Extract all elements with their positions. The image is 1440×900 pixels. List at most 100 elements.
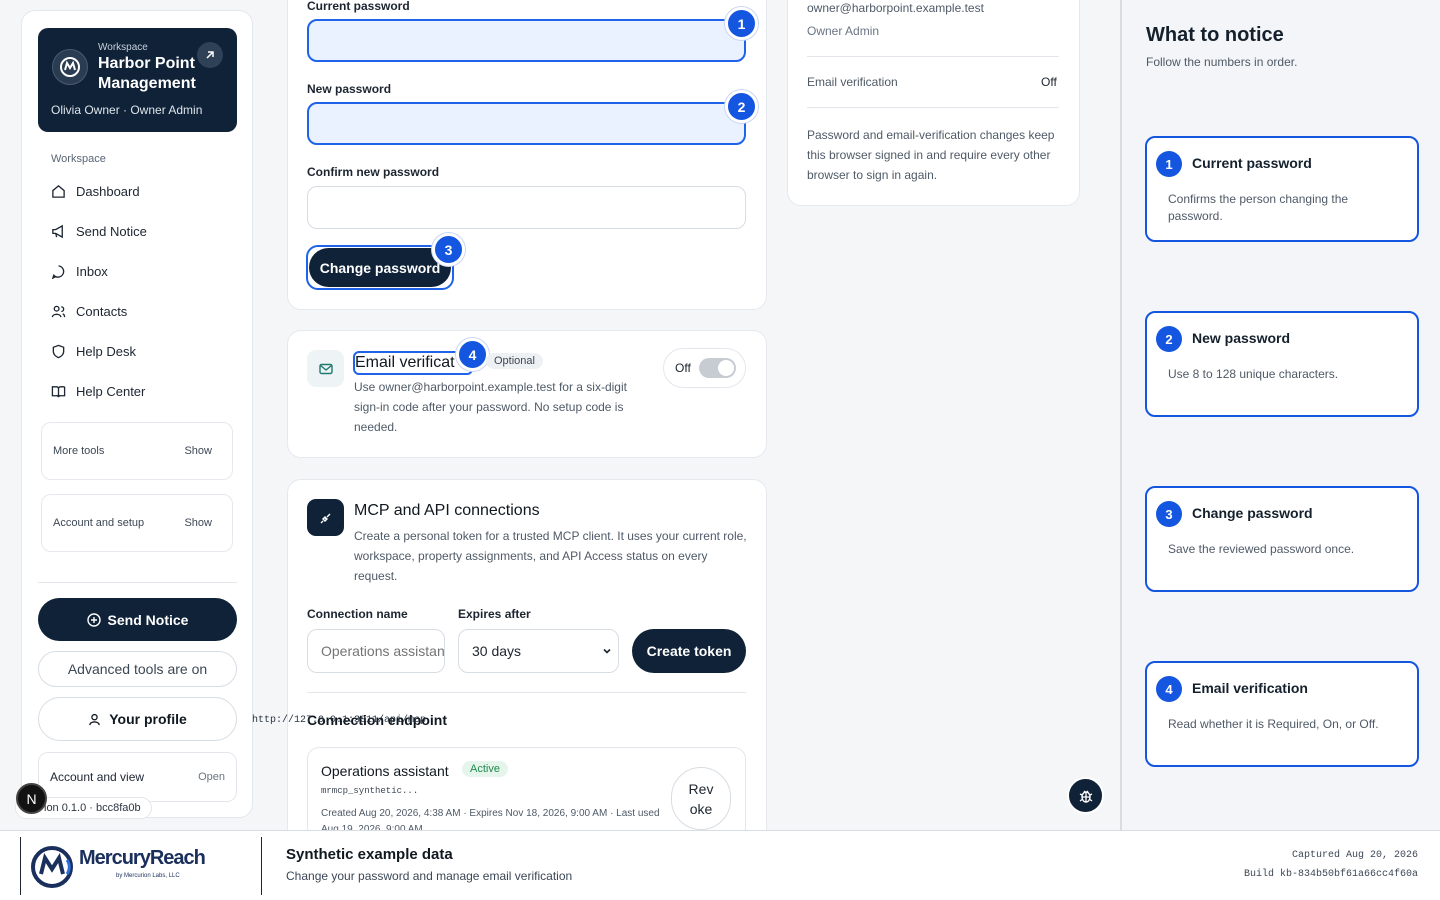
guide-step-number: 1 [1156,151,1182,177]
footer: MercuryReach by Mercurion Labs, LLC Synt… [0,830,1440,900]
sidebar-item-label: Help Desk [76,343,136,359]
guide-step-description: Confirms the person changing the passwor… [1168,192,1349,223]
guide-step-title: Current password [1192,155,1312,171]
bug-icon [1079,790,1092,803]
n-badge[interactable]: N [16,783,47,814]
token-meta: Created Aug 20, 2026, 4:38 AM · Expires … [321,808,660,830]
email-verification-title: Email verificat [355,354,455,371]
revoke-button[interactable]: Rev oke [671,767,731,830]
account-setup-show[interactable]: Show [184,517,212,529]
users-icon [51,305,66,317]
your-profile-button[interactable]: Your profile [38,697,237,741]
workspace-user: Olivia Owner · Owner Admin [51,103,203,117]
sidebar-item-help-center[interactable]: Help Center [51,379,145,403]
guide-step-number: 4 [1156,676,1182,702]
send-notice-button[interactable]: Send Notice [38,598,237,641]
workspace-kicker: Workspace [98,42,148,53]
sidebar-divider [38,582,237,583]
optional-badge: Optional [486,353,543,369]
token-prefix: mrmcp_synthetic... [321,786,419,796]
sidebar-item-label: Contacts [76,303,128,319]
connection-name-input[interactable] [307,629,445,673]
confirm-password-label: Confirm new password [307,165,440,179]
workspace-card[interactable]: Workspace Harbor Point Management Olivia… [38,28,237,132]
build-id: Build kb-834b50bf61a66cc4f60a [1243,869,1418,880]
revoke-label-1: Rev [688,780,714,797]
home-icon [52,184,65,198]
summary-divider-1 [807,56,1059,57]
more-tools-toggle[interactable]: More tools Show [41,422,233,480]
sidebar-item-contacts[interactable]: Contacts [51,299,127,323]
confirm-password-input[interactable] [307,186,746,229]
guide-step-4: 4 Email verification Read whether it is … [1145,661,1419,767]
sidebar-item-help-desk[interactable]: Help Desk [51,339,136,363]
summary-divider-2 [807,107,1059,108]
summary-note: Password and email-verification changes … [807,128,1055,182]
advanced-tools-label: Advanced tools are on [67,661,208,677]
sidebar-item-send-notice[interactable]: Send Notice [51,219,147,243]
current-password-label: Current password [307,0,410,13]
endpoint-url: http://127.0.0.1:3011/api/mcp [251,715,426,726]
external-link-icon[interactable] [197,42,223,68]
plus-circle-icon [86,612,101,627]
step-marker-4: 4 [456,338,489,371]
new-password-input[interactable] [307,102,746,145]
mcp-divider [307,692,746,693]
shield-icon [52,344,65,358]
sidebar-item-label: Help Center [76,383,146,399]
current-password-input[interactable] [307,19,746,62]
account-role: Owner Admin [807,24,880,38]
summary-email-verification-value: Off [1041,75,1057,89]
token-name: Operations assistant [321,763,449,779]
guide-step-description: Use 8 to 128 unique characters. [1168,367,1339,381]
bug-report-button[interactable] [1067,777,1104,814]
step-marker-2: 2 [725,90,758,123]
plug-icon [307,499,344,536]
create-token-button[interactable]: Create token [632,629,746,673]
book-icon [51,385,66,397]
account-and-view[interactable]: Account and view Open [38,752,237,802]
guide-step-title: New password [1192,330,1291,346]
guide-step-number: 2 [1156,326,1182,352]
account-setup-toggle[interactable]: Account and setup Show [41,494,233,552]
account-view-open[interactable]: Open [198,771,225,783]
email-verification-toggle[interactable]: Off [663,348,746,388]
guide-title: What to notice [1146,24,1284,46]
footer-title: Synthetic example data [286,846,453,863]
guide-step-title: Change password [1192,505,1313,521]
brand-logo: MercuryReach by Mercurion Labs, LLC [20,837,262,895]
revoke-label-2: oke [689,800,713,817]
sidebar-item-dashboard[interactable]: Dashboard [51,179,140,203]
send-notice-label: Send Notice [107,611,189,628]
toggle-switch[interactable] [698,358,736,378]
more-tools-show[interactable]: Show [184,445,212,457]
guide-step-2: 2 New password Use 8 to 128 unique chara… [1145,311,1419,417]
more-tools-label: More tools [53,445,105,457]
account-view-label: Account and view [50,770,145,784]
sidebar: Workspace Harbor Point Management Olivia… [21,10,253,818]
nav-section-label: Workspace [51,153,106,165]
advanced-tools-button[interactable]: Advanced tools are on [38,651,237,687]
footer-subtitle: Change your password and manage email ve… [286,869,573,883]
guide-step-1: 1 Current password Confirms the person c… [1145,136,1419,242]
app-shell: Workspace Harbor Point Management Olivia… [0,0,1120,830]
expires-select[interactable]: 30 days [458,629,619,673]
change-password-button[interactable]: Change password [309,248,451,287]
brand-sub: by Mercurion Labs, LLC [116,873,180,879]
workspace-logo-icon [52,49,88,85]
sidebar-item-label: Send Notice [76,223,147,239]
chevron-down-icon [603,648,611,654]
toggle-state-label: Off [675,361,691,375]
sidebar-item-label: Dashboard [76,183,140,199]
mail-icon [307,350,344,387]
account-setup-label: Account and setup [53,517,145,529]
brand-name: MercuryReach [79,847,206,869]
new-password-label: New password [307,82,392,96]
sidebar-item-inbox[interactable]: Inbox [51,259,108,283]
guide-step-number: 3 [1156,501,1182,527]
chat-icon [51,264,65,279]
version-text: ion 0.1.0 · bcc8fa0b [44,802,141,814]
expires-value: 30 days [472,643,522,659]
step-marker-1: 1 [725,7,758,40]
user-icon [89,713,101,725]
